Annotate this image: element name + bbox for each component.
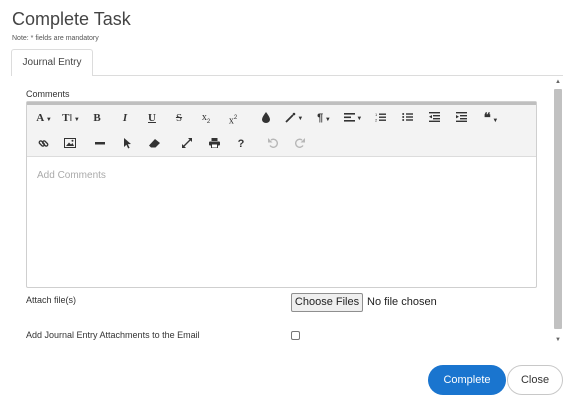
color-icon[interactable] — [258, 108, 274, 128]
font-size-button[interactable]: TI ▼ — [59, 108, 83, 128]
svg-text:2: 2 — [375, 118, 378, 123]
superscript-mark: 2 — [233, 115, 238, 121]
align-button[interactable]: ▼ — [341, 108, 365, 128]
superscript-button[interactable]: x2 — [225, 108, 241, 128]
chevron-down-icon: ▼ — [490, 118, 499, 124]
underline-button[interactable]: U — [144, 108, 160, 128]
eraser-icon[interactable] — [146, 134, 162, 154]
undo-icon[interactable] — [265, 134, 281, 154]
quote-icon: ❝ — [483, 110, 491, 125]
font-family-button[interactable]: A ▼ — [33, 108, 55, 128]
italic-button[interactable]: I — [117, 108, 133, 128]
indent-icon[interactable] — [453, 108, 469, 128]
scroll-down-icon[interactable]: ▼ — [552, 335, 564, 345]
chevron-down-icon: ▼ — [323, 117, 331, 123]
magic-wand-icon — [285, 112, 295, 123]
email-attachments-checkbox[interactable] — [291, 331, 300, 340]
close-button[interactable]: Close — [507, 365, 563, 395]
svg-text:1: 1 — [375, 112, 378, 117]
comments-editor: A ▼ TI ▼ B I U S x2 x2 ▼ ¶ ▼ ▼ 12 ❝ ▼ ? … — [26, 101, 537, 288]
fullscreen-icon[interactable] — [179, 134, 195, 154]
comments-textarea[interactable]: Add Comments — [37, 170, 106, 181]
tab-divider — [11, 75, 563, 76]
redo-icon[interactable] — [292, 134, 308, 154]
magic-wand-button[interactable]: ▼ — [282, 108, 306, 128]
chevron-down-icon: ▼ — [354, 116, 363, 122]
strikethrough-button[interactable]: S — [171, 108, 187, 128]
unordered-list-icon[interactable] — [399, 108, 415, 128]
chevron-down-icon: ▼ — [44, 117, 52, 123]
attach-files-label: Attach file(s) — [26, 295, 77, 305]
chevron-down-icon: ▼ — [72, 117, 80, 123]
scroll-up-icon[interactable]: ▲ — [552, 77, 564, 87]
vertical-scrollbar[interactable]: ▲ ▼ — [552, 77, 564, 345]
no-file-chosen-text: No file chosen — [367, 296, 437, 308]
outdent-icon[interactable] — [426, 108, 442, 128]
link-icon[interactable] — [35, 134, 51, 154]
editor-toolbar: A ▼ TI ▼ B I U S x2 x2 ▼ ¶ ▼ ▼ 12 ❝ ▼ ? — [27, 105, 536, 157]
subscript-mark: 2 — [206, 119, 211, 125]
print-icon[interactable] — [206, 134, 222, 154]
font-family-icon: A — [36, 112, 45, 124]
chevron-down-icon: ▼ — [295, 116, 304, 122]
quote-button[interactable]: ❝ ▼ — [479, 108, 503, 128]
horizontal-rule-icon[interactable] — [92, 134, 108, 154]
cursor-icon[interactable] — [119, 134, 135, 154]
scrollbar-thumb[interactable] — [554, 89, 562, 329]
ordered-list-icon[interactable]: 12 — [372, 108, 388, 128]
tab-active-cover — [12, 74, 92, 76]
choose-files-button[interactable]: Choose Files — [291, 293, 363, 312]
email-attachments-label: Add Journal Entry Attachments to the Ema… — [26, 330, 200, 340]
comments-label: Comments — [26, 89, 70, 99]
mandatory-note: Note: * fields are mandatory — [12, 35, 99, 42]
subscript-button[interactable]: x2 — [198, 108, 214, 128]
help-button[interactable]: ? — [233, 134, 249, 154]
page-title: Complete Task — [12, 9, 131, 29]
image-icon[interactable] — [62, 134, 78, 154]
align-icon — [343, 112, 355, 122]
tab-journal-entry[interactable]: Journal Entry — [11, 49, 93, 76]
bold-button[interactable]: B — [89, 108, 105, 128]
paragraph-button[interactable]: ¶ ▼ — [314, 108, 334, 128]
complete-button[interactable]: Complete — [428, 365, 506, 395]
